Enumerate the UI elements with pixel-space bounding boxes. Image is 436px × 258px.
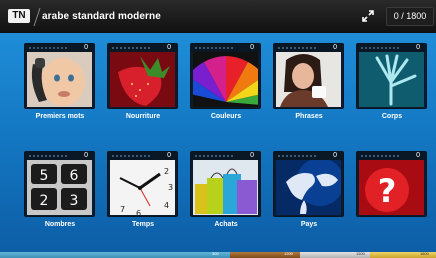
tile-label: Couleurs <box>210 113 242 120</box>
tile-count: 0 <box>333 44 337 51</box>
level-segment[interactable] <box>0 252 230 258</box>
tile-corps[interactable]: 0 <box>356 43 427 109</box>
tile-count: 0 <box>333 152 337 159</box>
clock-image: 2 3 4 7 6 <box>110 160 175 215</box>
svg-text:3: 3 <box>70 193 79 209</box>
tile-count: 0 <box>416 152 420 159</box>
category-grid: 0 Premiers mots 0 Nourriture 0 Couleurs … <box>0 33 436 252</box>
tile-count: 0 <box>167 152 171 159</box>
tile-count: 0 <box>84 152 88 159</box>
level-progress-bar: 300 1200 1500 1800 <box>0 251 436 258</box>
tile-count: 0 <box>250 44 254 51</box>
hand-xray-image <box>359 52 424 107</box>
question-mark-image: ? <box>359 160 424 215</box>
svg-text:2: 2 <box>164 167 169 176</box>
tile-premiers-mots[interactable]: 0 <box>24 43 95 109</box>
tile-label: Phrases <box>295 113 323 120</box>
tile-label: Pays <box>300 221 318 228</box>
svg-text:7: 7 <box>120 205 125 214</box>
strawberries-image <box>110 52 175 107</box>
level-marker: 300 <box>212 251 219 256</box>
svg-text:?: ? <box>378 172 397 210</box>
top-bar: TN arabe standard moderne 0 / 1800 <box>0 0 436 33</box>
baby-on-phone-image <box>27 52 92 107</box>
tile-label: Premiers mots <box>35 113 85 120</box>
svg-text:5: 5 <box>40 168 49 184</box>
tile-label: Corps <box>381 113 403 120</box>
tile-count: 0 <box>416 44 420 51</box>
svg-text:4: 4 <box>164 201 169 210</box>
tile-count: 0 <box>250 152 254 159</box>
fullscreen-icon[interactable] <box>362 10 374 22</box>
svg-text:3: 3 <box>168 183 173 192</box>
level-marker: 1800 <box>420 251 429 256</box>
svg-text:6: 6 <box>136 209 141 215</box>
tile-label: Temps <box>131 221 155 228</box>
progress-counter: 0 / 1800 <box>386 7 434 26</box>
tile-achats[interactable]: 0 <box>190 151 261 217</box>
color-wheel-image <box>193 52 258 107</box>
breadcrumb-separator-icon <box>33 7 41 27</box>
tile-label: Achats <box>214 221 238 228</box>
svg-text:2: 2 <box>40 193 49 209</box>
svg-text:6: 6 <box>70 168 79 184</box>
tile-count: 0 <box>167 44 171 51</box>
level-marker: 1200 <box>284 251 293 256</box>
woman-with-cup-image <box>276 52 341 107</box>
tile-nombres[interactable]: 0 5 6 2 3 <box>24 151 95 217</box>
app-logo[interactable]: TN <box>8 9 30 23</box>
world-map-image <box>276 160 341 215</box>
tile-count: 0 <box>84 44 88 51</box>
tile-temps[interactable]: 0 2 3 4 7 6 <box>107 151 178 217</box>
calculator-keys-image: 5 6 2 3 <box>27 160 92 215</box>
tile-pays[interactable]: 0 <box>273 151 344 217</box>
tile-label: Nombres <box>44 221 76 228</box>
tile-label: Nourriture <box>125 113 161 120</box>
tile-phrases[interactable]: 0 <box>273 43 344 109</box>
shopping-bags-image <box>193 160 258 215</box>
course-title: arabe standard moderne <box>42 11 161 22</box>
tile-question[interactable]: 0 ? <box>356 151 427 217</box>
tile-couleurs[interactable]: 0 <box>190 43 261 109</box>
tile-nourriture[interactable]: 0 <box>107 43 178 109</box>
level-marker: 1500 <box>356 251 365 256</box>
